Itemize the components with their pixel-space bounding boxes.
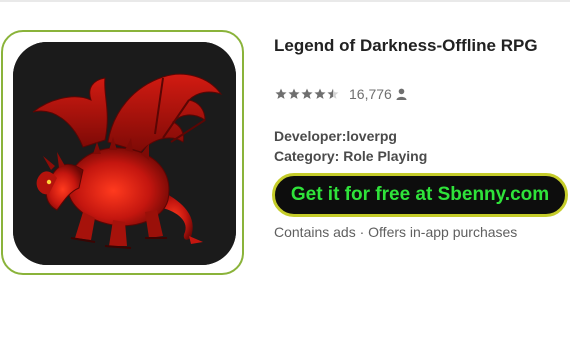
top-divider — [0, 0, 570, 2]
star-full-icon — [275, 88, 287, 99]
red-dragon-icon — [13, 42, 236, 265]
ads-purchases-note: Contains ads · Offers in-app purchases — [274, 224, 518, 240]
app-icon-frame — [1, 30, 244, 275]
app-listing: Legend of Darkness-Offline RPG 16,776 De… — [0, 0, 570, 340]
star-rating — [275, 88, 340, 100]
star-full-icon — [301, 88, 313, 99]
developer-label: Developer:loverpg — [274, 128, 397, 144]
app-title: Legend of Darkness-Offline RPG — [274, 36, 538, 55]
star-half-icon — [327, 88, 339, 99]
get-it-free-button[interactable]: Get it for free at Sbenny.com — [272, 173, 568, 217]
star-full-icon — [288, 88, 300, 99]
app-icon[interactable] — [13, 42, 236, 265]
rating-row: 16,776 — [275, 85, 407, 103]
rating-count: 16,776 — [349, 86, 392, 102]
category-label: Category: Role Playing — [274, 148, 428, 164]
user-icon — [396, 88, 407, 100]
star-full-icon — [314, 88, 326, 99]
